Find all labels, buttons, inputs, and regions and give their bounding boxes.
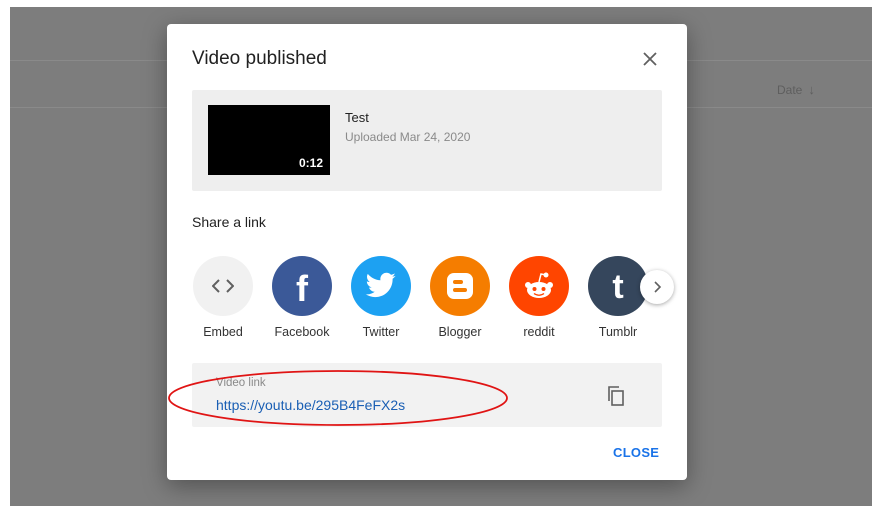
- video-title: Test: [345, 110, 369, 125]
- share-twitter-button[interactable]: Twitter: [341, 256, 421, 339]
- share-embed-button[interactable]: Embed: [183, 256, 263, 339]
- chevron-right-icon[interactable]: [640, 270, 674, 304]
- date-sort-label: Date: [777, 83, 803, 97]
- share-heading: Share a link: [192, 214, 266, 230]
- share-facebook-label: Facebook: [274, 325, 330, 339]
- video-published-dialog: Video published 0:12 Test Uploaded Mar 2…: [167, 24, 687, 480]
- share-facebook-button[interactable]: f Facebook: [262, 256, 342, 339]
- facebook-icon: f: [272, 256, 332, 316]
- share-twitter-label: Twitter: [362, 325, 400, 339]
- date-sort-header[interactable]: Date ↓: [777, 82, 815, 97]
- share-blogger-button[interactable]: Blogger: [420, 256, 500, 339]
- copy-icon[interactable]: [602, 382, 630, 410]
- share-reddit-button[interactable]: reddit: [499, 256, 579, 339]
- video-link-url[interactable]: https://youtu.be/295B4FeFX2s: [216, 397, 405, 413]
- video-link-label: Video link: [216, 377, 266, 389]
- share-reddit-label: reddit: [523, 325, 555, 339]
- dialog-title: Video published: [192, 48, 327, 69]
- share-tumblr-label: Tumblr: [598, 325, 638, 339]
- video-thumbnail[interactable]: 0:12: [208, 105, 330, 175]
- video-link-box: Video link https://youtu.be/295B4FeFX2s: [192, 363, 662, 427]
- video-upload-date: Uploaded Mar 24, 2020: [345, 130, 471, 144]
- share-embed-label: Embed: [203, 325, 243, 339]
- reddit-icon: [509, 256, 569, 316]
- close-icon[interactable]: [637, 46, 663, 72]
- arrow-down-icon: ↓: [808, 82, 815, 97]
- video-duration: 0:12: [298, 156, 323, 170]
- blogger-icon: [430, 256, 490, 316]
- close-button[interactable]: CLOSE: [613, 445, 659, 460]
- share-row: Embed f Facebook Twitter Blogger reddit …: [192, 256, 674, 346]
- twitter-icon: [351, 256, 411, 316]
- video-card: 0:12 Test Uploaded Mar 24, 2020: [192, 90, 662, 191]
- embed-icon: [193, 256, 253, 316]
- share-blogger-label: Blogger: [438, 325, 482, 339]
- tumblr-icon: t: [588, 256, 648, 316]
